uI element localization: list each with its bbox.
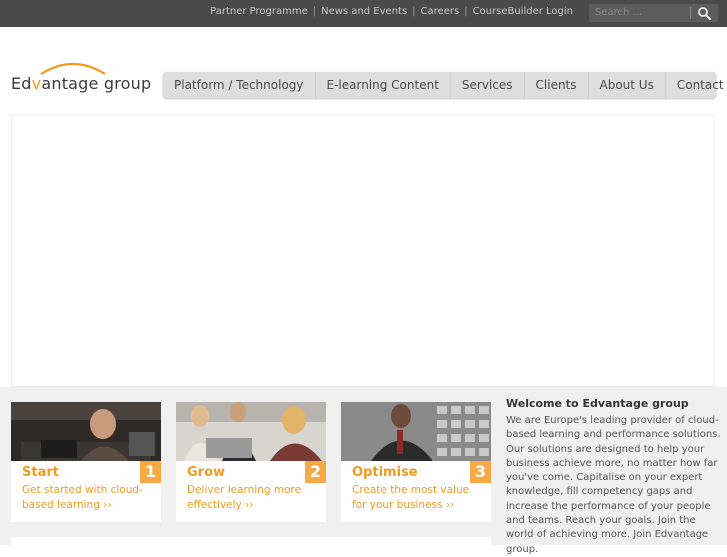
search-divider bbox=[690, 7, 691, 19]
search-icon bbox=[698, 7, 712, 21]
card-optimise[interactable]: Optimise 3 Create the most value for you… bbox=[341, 402, 491, 522]
card-grow[interactable]: Grow 2 Deliver learning more effectively… bbox=[176, 402, 326, 522]
top-links: Partner Programme | News and Events | Career… bbox=[210, 6, 573, 17]
welcome-body: We are Europe's leading provider of clou… bbox=[506, 415, 721, 555]
nav-clients[interactable]: Clients bbox=[525, 72, 589, 98]
top-bar: Partner Programme | News and Events | Career… bbox=[0, 0, 727, 27]
logo-text-right: antage group bbox=[41, 74, 152, 93]
step-number-badge: 2 bbox=[305, 461, 326, 483]
logo-text-accent: v bbox=[31, 74, 42, 93]
card-photo-optimise bbox=[341, 402, 491, 461]
separator: | bbox=[312, 6, 317, 17]
logo-wordmark: Edvantage group bbox=[11, 74, 151, 93]
card-title: Optimise bbox=[352, 465, 418, 480]
card-title: Grow bbox=[187, 465, 226, 480]
card-photo-start bbox=[11, 402, 161, 461]
careers-link[interactable]: Careers bbox=[421, 6, 460, 17]
search-button[interactable] bbox=[693, 4, 717, 22]
step-number-badge: 3 bbox=[470, 461, 491, 483]
search-input[interactable]: Search ... bbox=[589, 4, 718, 22]
card-photo-grow bbox=[176, 402, 326, 461]
welcome-section: Welcome to Edvantage group We are Europe… bbox=[506, 397, 721, 557]
nav-elearning-content[interactable]: E-learning Content bbox=[316, 72, 451, 98]
nav-contact-us[interactable]: Contact Us bbox=[666, 72, 727, 98]
nav-platform-technology[interactable]: Platform / Technology bbox=[163, 72, 316, 98]
card-link[interactable]: Create the most value for your business … bbox=[352, 483, 480, 513]
separator: | bbox=[464, 6, 468, 17]
card-link[interactable]: Get started with cloud-based learning ›› bbox=[22, 483, 150, 513]
partner-programme-link[interactable]: Partner Programme bbox=[210, 6, 308, 17]
card-link[interactable]: Deliver learning more effectively ›› bbox=[187, 483, 315, 513]
nav-about-us[interactable]: About Us bbox=[589, 72, 666, 98]
news-events-link[interactable]: News and Events bbox=[321, 6, 407, 17]
edvantage-logo[interactable]: Edvantage group bbox=[11, 60, 151, 96]
logo-text-left: Ed bbox=[11, 74, 32, 93]
step-number-badge: 1 bbox=[140, 461, 161, 483]
coursebuilder-login-link[interactable]: CourseBuilder Login bbox=[473, 6, 573, 17]
card-title: Start bbox=[22, 465, 59, 480]
nav-services[interactable]: Services bbox=[451, 72, 525, 98]
main-nav: Platform / Technology E-learning Content… bbox=[163, 72, 727, 98]
card-start[interactable]: Start 1 Get started with cloud-based lea… bbox=[11, 402, 161, 522]
search-placeholder: Search ... bbox=[595, 7, 643, 18]
welcome-title: Welcome to Edvantage group bbox=[506, 397, 689, 410]
separator: | bbox=[412, 6, 416, 17]
hero-banner bbox=[11, 115, 715, 387]
bottom-panel bbox=[11, 537, 491, 545]
